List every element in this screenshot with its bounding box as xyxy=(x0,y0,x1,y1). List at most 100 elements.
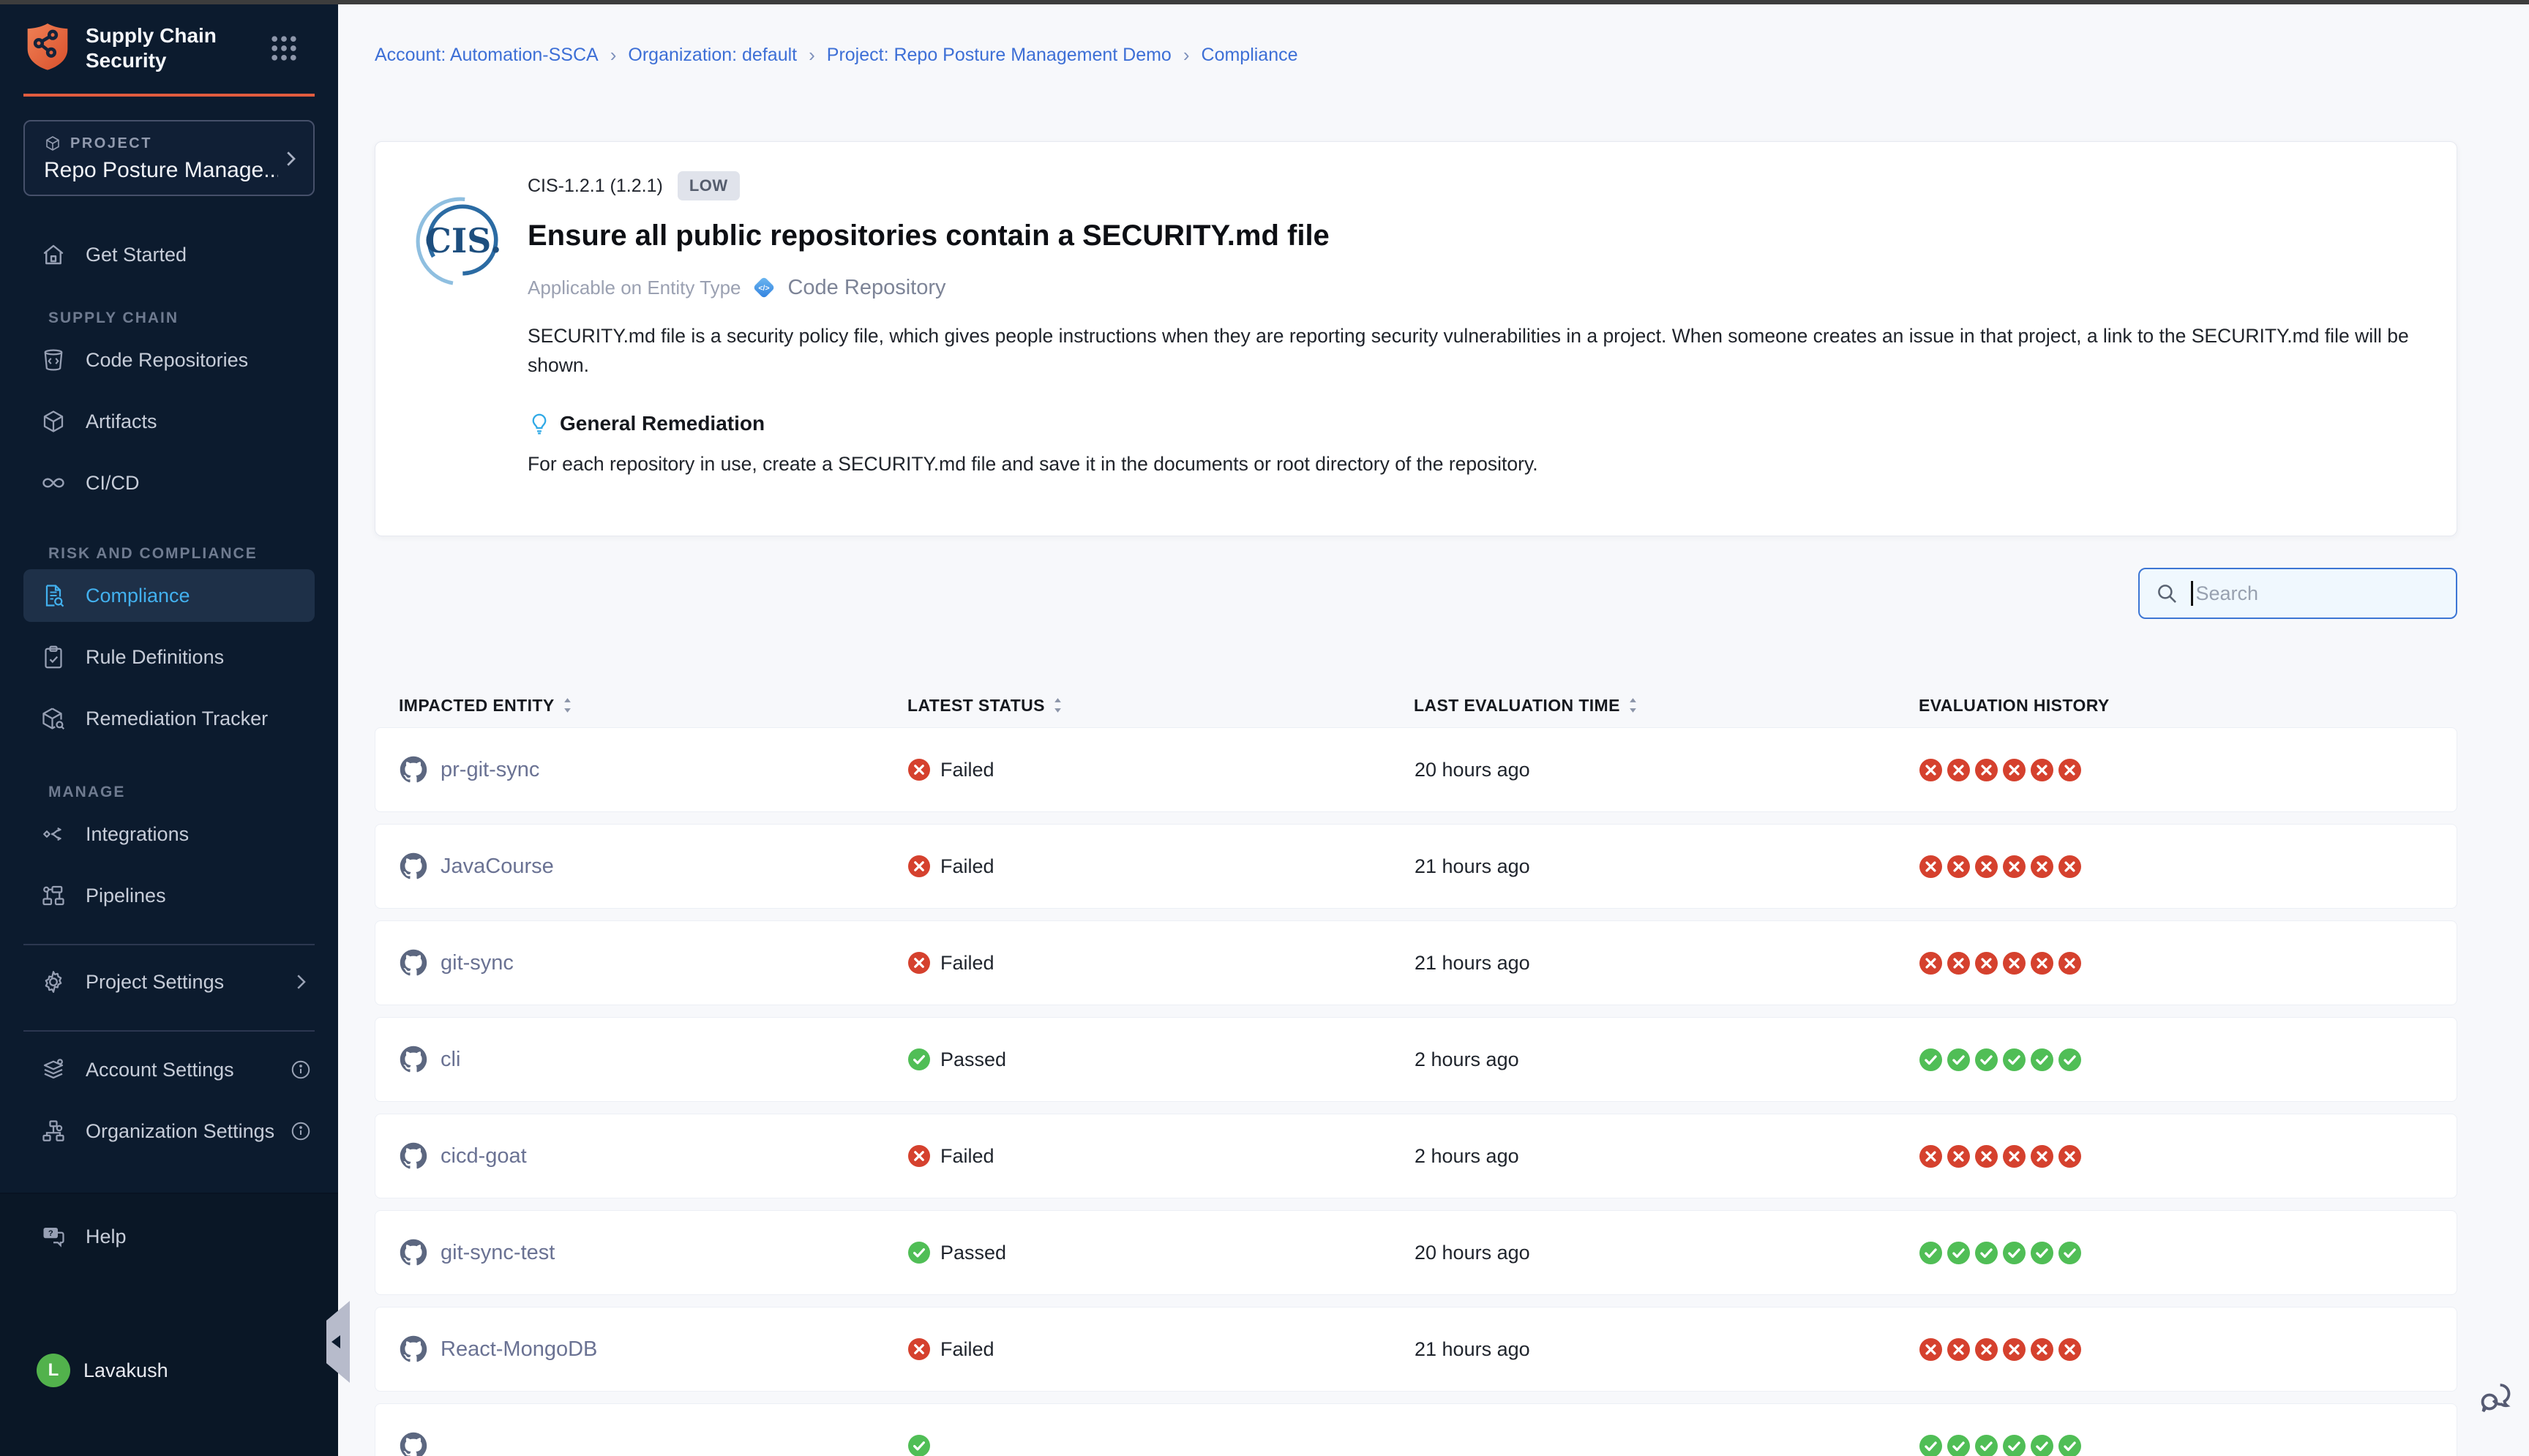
info-icon[interactable] xyxy=(290,1120,312,1142)
gear-icon xyxy=(40,969,67,995)
entity-name[interactable]: cicd-goat xyxy=(441,1144,527,1168)
latest-status-cell: Failed xyxy=(908,952,1415,975)
sidebar-item-label: Pipelines xyxy=(86,885,166,907)
passed-history-icon xyxy=(1975,1048,1998,1071)
sort-icon[interactable] xyxy=(1627,697,1638,714)
failed-history-icon xyxy=(1975,952,1998,975)
help-button[interactable]: ? Help xyxy=(0,1207,338,1266)
sidebar-item-artifacts[interactable]: Artifacts xyxy=(0,391,338,452)
impacted-entity-cell: cli xyxy=(400,1046,908,1073)
failed-history-icon xyxy=(1947,855,1970,878)
failed-history-icon xyxy=(2031,1145,2053,1168)
failed-history-icon xyxy=(2031,1338,2053,1361)
impacted-entity-cell: git-sync-test xyxy=(400,1239,908,1267)
severity-badge: LOW xyxy=(678,171,740,200)
evaluation-history xyxy=(1919,1435,2457,1456)
status-icon xyxy=(908,855,930,877)
passed-history-icon xyxy=(2003,1048,2026,1071)
failed-history-icon xyxy=(1947,952,1970,975)
sidebar-item-integrations[interactable]: Integrations xyxy=(0,803,338,865)
sidebar-nav: Get Started SUPPLY CHAIN Code Repositori… xyxy=(0,224,338,1162)
sidebar-item-label: Compliance xyxy=(86,585,190,607)
project-name: Repo Posture Manage... xyxy=(44,158,278,183)
latest-status-cell: Failed xyxy=(908,759,1415,781)
support-chat-icon[interactable] xyxy=(2476,1378,2516,1418)
table-body: pr-git-sync Failed 20 hours ago JavaCour… xyxy=(375,727,2457,1456)
table-header: IMPACTED ENTITY LATEST STATUS LAST EVALU… xyxy=(375,683,2457,727)
search-icon xyxy=(2154,581,2179,606)
compliance-document-icon xyxy=(40,582,67,609)
info-icon[interactable] xyxy=(290,1059,312,1081)
toolbar: Search xyxy=(375,568,2457,619)
sort-icon[interactable] xyxy=(562,697,573,714)
evaluation-time: 20 hours ago xyxy=(1415,1242,1919,1264)
project-selector[interactable]: PROJECT Repo Posture Manage... xyxy=(23,120,315,196)
sidebar-footer: ? Help L Lavakush xyxy=(0,1193,338,1456)
sidebar-item-cicd[interactable]: CI/CD xyxy=(0,452,338,514)
app-grid-icon[interactable] xyxy=(268,32,300,64)
entity-name[interactable]: React-MongoDB xyxy=(441,1337,597,1362)
column-header-latest-status: LATEST STATUS xyxy=(907,696,1414,716)
status-label: Failed xyxy=(940,855,994,878)
sort-icon[interactable] xyxy=(1052,697,1063,714)
table-row[interactable]: git-sync Failed 21 hours ago xyxy=(375,920,2457,1005)
sidebar-item-get-started[interactable]: Get Started xyxy=(0,224,338,285)
evaluation-time: 21 hours ago xyxy=(1415,952,1919,975)
sidebar-item-rule-definitions[interactable]: Rule Definitions xyxy=(0,626,338,688)
failed-history-icon xyxy=(1947,1145,1970,1168)
latest-status-cell: Failed xyxy=(908,1145,1415,1168)
entity-name[interactable]: git-sync xyxy=(441,951,514,975)
remediation-box-icon xyxy=(40,705,67,732)
breadcrumb-compliance[interactable]: Compliance xyxy=(1202,45,1298,66)
passed-history-icon xyxy=(1947,1242,1970,1264)
sidebar-item-project-settings[interactable]: Project Settings xyxy=(0,951,338,1013)
status-label: Failed xyxy=(940,759,994,781)
help-chat-icon: ? xyxy=(40,1223,67,1250)
table-row[interactable]: git-sync-test Passed 20 hours ago xyxy=(375,1210,2457,1295)
status-icon xyxy=(908,759,930,781)
passed-history-icon xyxy=(1975,1435,1998,1456)
entity-name[interactable]: JavaCourse xyxy=(441,855,554,879)
table-row[interactable] xyxy=(375,1403,2457,1456)
sidebar-item-account-settings[interactable]: Account Settings xyxy=(0,1039,338,1100)
table-row[interactable]: cicd-goat Failed 2 hours ago xyxy=(375,1114,2457,1198)
search-input[interactable]: Search xyxy=(2138,568,2457,619)
table-row[interactable]: JavaCourse Failed 21 hours ago xyxy=(375,824,2457,909)
entity-name[interactable]: pr-git-sync xyxy=(441,758,539,782)
table-row[interactable]: React-MongoDB Failed 21 hours ago xyxy=(375,1307,2457,1392)
table-row[interactable]: cli Passed 2 hours ago xyxy=(375,1017,2457,1102)
layers-gear-icon xyxy=(40,1057,67,1083)
evaluation-history xyxy=(1919,1145,2457,1168)
passed-history-icon xyxy=(2003,1242,2026,1264)
breadcrumb-organization[interactable]: Organization: default xyxy=(628,45,797,66)
passed-history-icon xyxy=(1975,1242,1998,1264)
remediation-title: General Remediation xyxy=(560,412,765,435)
sidebar-item-code-repositories[interactable]: Code Repositories xyxy=(0,329,338,391)
svg-text:</>: </> xyxy=(759,284,770,293)
sidebar-item-remediation-tracker[interactable]: Remediation Tracker xyxy=(0,688,338,749)
sidebar-item-pipelines[interactable]: Pipelines xyxy=(0,865,338,926)
github-icon xyxy=(400,852,427,880)
evaluation-history xyxy=(1919,1048,2457,1071)
table-row[interactable]: pr-git-sync Failed 20 hours ago xyxy=(375,727,2457,812)
user-menu[interactable]: L Lavakush xyxy=(0,1354,338,1387)
breadcrumb-account[interactable]: Account: Automation-SSCA xyxy=(375,45,599,66)
sidebar-item-compliance[interactable]: Compliance xyxy=(23,569,315,622)
lightbulb-icon xyxy=(528,412,551,435)
avatar: L xyxy=(37,1354,70,1387)
search-placeholder: Search xyxy=(2196,582,2259,605)
failed-history-icon xyxy=(1919,952,1942,975)
evaluation-history xyxy=(1919,952,2457,975)
breadcrumb-separator: › xyxy=(610,44,617,67)
entity-name[interactable]: git-sync-test xyxy=(441,1241,555,1265)
latest-status-cell: Passed xyxy=(908,1048,1415,1071)
sidebar-item-label: Code Repositories xyxy=(86,349,248,372)
breadcrumb: Account: Automation-SSCA › Organization:… xyxy=(375,44,2457,67)
sidebar-item-organization-settings[interactable]: Organization Settings xyxy=(0,1100,338,1162)
entity-type: Code Repository xyxy=(787,276,945,300)
breadcrumb-project[interactable]: Project: Repo Posture Management Demo xyxy=(827,45,1172,66)
main-content: Account: Automation-SSCA › Organization:… xyxy=(338,4,2529,1456)
failed-history-icon xyxy=(2003,855,2026,878)
entity-name[interactable]: cli xyxy=(441,1048,460,1072)
pipelines-icon xyxy=(40,882,67,909)
